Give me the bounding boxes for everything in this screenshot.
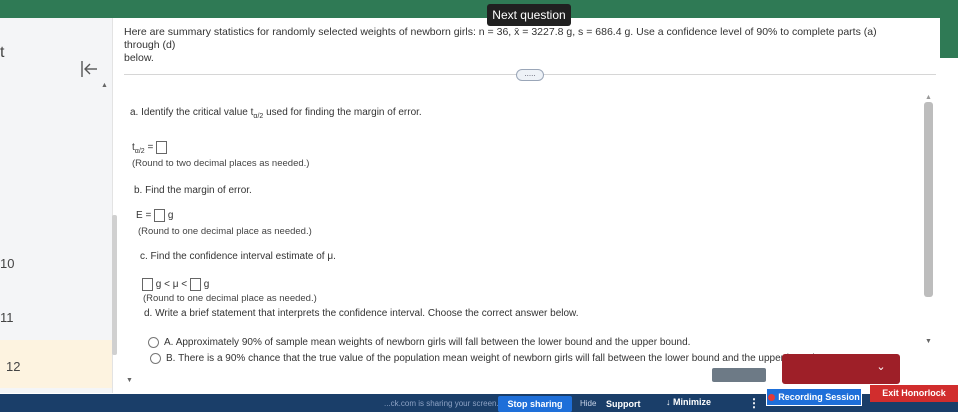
next-question-button[interactable]: Next question — [487, 4, 571, 26]
radio-a[interactable] — [148, 337, 159, 348]
left-scrollbar[interactable] — [112, 215, 117, 355]
e-label: E = — [136, 210, 152, 222]
part-c-title: c. Find the confidence interval estimate… — [140, 251, 336, 262]
download-arrow-icon: ↓ — [666, 397, 671, 407]
part-c-hint: (Round to one decimal place as needed.) — [143, 293, 317, 304]
margin-of-error-input[interactable] — [154, 209, 166, 222]
minimize-button[interactable]: ↓ Minimize — [666, 397, 711, 407]
part-a-title: a. Identify the critical value tα/2 used… — [130, 107, 422, 120]
part-a-hint: (Round to two decimal places as needed.) — [132, 158, 310, 169]
part-a-equation: tα/2 = — [132, 141, 168, 156]
video-preview-widget[interactable] — [712, 368, 766, 382]
record-icon — [768, 394, 776, 402]
scroll-down-icon[interactable]: ▼ — [126, 377, 133, 384]
top-bar-edge — [940, 18, 958, 58]
hide-link[interactable]: Hide — [580, 399, 596, 408]
part-c-equation: g < μ < g — [142, 278, 209, 291]
part-a-title-tail: used for finding the margin of error. — [263, 107, 422, 118]
option-b[interactable]: B. There is a 90% chance that the true v… — [150, 353, 817, 364]
more-button[interactable]: ..... — [516, 69, 544, 81]
top-bar — [0, 0, 958, 18]
right-scrollbar[interactable] — [924, 102, 933, 297]
option-a-text: Approximately 90% of sample mean weights… — [175, 337, 691, 349]
nav-item-12[interactable]: 12 — [0, 340, 112, 388]
support-button[interactable]: Support — [606, 399, 641, 409]
nav-item-t[interactable]: t — [0, 44, 4, 62]
equals-sign: = — [144, 142, 154, 154]
t-subscript: α/2 — [134, 148, 145, 156]
recording-session-button[interactable]: Recording Session — [766, 388, 862, 406]
scroll-up-icon[interactable]: ▲ — [101, 82, 108, 89]
lower-bound-input[interactable] — [142, 278, 153, 291]
question-statement: Here are summary statistics for randomly… — [124, 26, 914, 65]
chevron-down-icon[interactable]: ⌄ — [870, 360, 892, 378]
part-a-title-sub: α/2 — [253, 113, 264, 120]
critical-value-input[interactable] — [156, 141, 168, 154]
more-options-icon[interactable]: ⋮ — [748, 396, 760, 410]
option-a[interactable]: A. Approximately 90% of sample mean weig… — [148, 337, 690, 348]
nav-item-11[interactable]: 11 — [0, 310, 14, 325]
part-b-equation: E = g — [136, 209, 173, 222]
unit-g: g — [203, 279, 210, 291]
radio-b[interactable] — [150, 353, 161, 364]
part-b-title: b. Find the margin of error. — [134, 185, 252, 196]
scroll-up-icon[interactable]: ▲ — [925, 94, 932, 101]
option-b-text: There is a 90% chance that the true valu… — [178, 353, 818, 365]
nav-item-10[interactable]: 10 — [0, 256, 14, 271]
exit-honorlock-button[interactable]: Exit Honorlock — [870, 385, 958, 402]
option-b-letter: B. — [166, 353, 176, 365]
collapse-left-icon[interactable] — [78, 58, 100, 80]
option-a-letter: A. — [164, 337, 174, 349]
nav-item-label: 12 — [6, 359, 21, 374]
question-header-line1: Here are summary statistics for randomly… — [124, 26, 877, 51]
part-b-hint: (Round to one decimal place as needed.) — [138, 226, 312, 237]
stop-sharing-button[interactable]: Stop sharing — [498, 396, 572, 412]
unit-g: g — [167, 210, 174, 222]
minimize-label: Minimize — [673, 397, 712, 407]
sharing-notice: ...ck.com is sharing your screen. — [384, 399, 499, 408]
recording-label: Recording Session — [778, 392, 860, 402]
scroll-down-icon[interactable]: ▼ — [925, 338, 932, 345]
part-d-title: d. Write a brief statement that interpre… — [144, 308, 579, 319]
interval-middle: g < μ < — [155, 279, 188, 291]
upper-bound-input[interactable] — [189, 278, 201, 291]
left-question-panel: t 10 11 12 — [0, 18, 113, 393]
part-a-title-text: a. Identify the critical value t — [130, 107, 254, 118]
question-header-line2: below. — [124, 52, 154, 64]
